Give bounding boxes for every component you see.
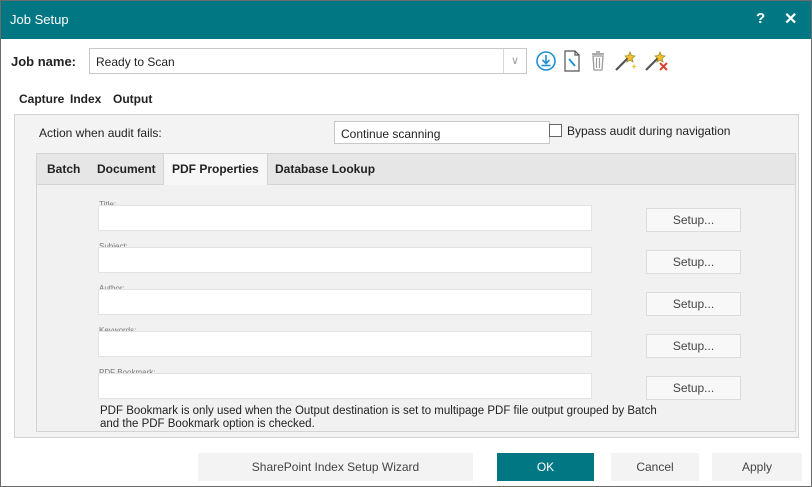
window-title: Job Setup — [10, 12, 69, 27]
pdf-bookmark-setup-button[interactable]: Setup... — [646, 376, 741, 400]
sharepoint-wizard-button[interactable]: SharePoint Index Setup Wizard — [198, 453, 473, 481]
pdf-properties-panel: Title: Setup... Subject: Setup... Author… — [36, 185, 796, 432]
tab-capture[interactable]: Capture — [15, 88, 68, 112]
tab-batch[interactable]: Batch — [39, 154, 88, 184]
job-name-value: Ready to Scan — [96, 55, 175, 69]
keywords-setup-button[interactable]: Setup... — [646, 334, 741, 358]
help-button[interactable]: ? — [756, 10, 765, 27]
pdf-bookmark-input[interactable] — [98, 373, 592, 399]
audit-action-value: Continue scanning — [341, 127, 441, 141]
chevron-down-icon[interactable]: ∨ — [503, 49, 526, 73]
wand-remove-icon[interactable] — [643, 49, 669, 73]
job-name-label: Job name: — [11, 54, 77, 69]
title-input[interactable] — [98, 205, 592, 231]
keywords-input[interactable] — [98, 331, 592, 357]
job-name-combo[interactable]: Ready to Scan ∨ — [89, 48, 527, 74]
tab-pdf-properties[interactable]: PDF Properties — [163, 154, 268, 185]
bypass-audit-checkbox[interactable] — [549, 124, 562, 137]
subject-setup-button[interactable]: Setup... — [646, 250, 741, 274]
author-input[interactable] — [98, 289, 592, 315]
download-icon[interactable] — [535, 49, 557, 73]
trash-icon[interactable] — [587, 49, 609, 73]
index-subtabs: Batch Document PDF Properties Database L… — [36, 153, 796, 185]
bypass-audit-label[interactable]: Bypass audit during navigation — [567, 124, 730, 138]
subject-input[interactable] — [98, 247, 592, 273]
audit-fail-label: Action when audit fails: — [39, 126, 162, 140]
close-button[interactable]: ✕ — [784, 9, 797, 29]
job-name-row: Job name: Ready to Scan ∨ — [1, 44, 811, 78]
audit-action-field[interactable]: Continue scanning — [334, 121, 550, 144]
tab-index[interactable]: Index — [66, 88, 106, 114]
job-setup-dialog: Job Setup ? ✕ Job name: Ready to Scan ∨ — [0, 0, 812, 487]
wand-icon[interactable] — [613, 49, 639, 73]
author-setup-button[interactable]: Setup... — [646, 292, 741, 316]
ok-button[interactable]: OK — [497, 453, 594, 481]
tab-database-lookup[interactable]: Database Lookup — [267, 154, 383, 184]
apply-button[interactable]: Apply — [712, 453, 802, 481]
pdf-bookmark-note: PDF Bookmark is only used when the Outpu… — [100, 405, 657, 430]
title-bar: Job Setup ? ✕ — [1, 1, 811, 39]
tab-document[interactable]: Document — [89, 154, 164, 184]
edit-document-icon[interactable] — [561, 49, 583, 73]
cancel-button[interactable]: Cancel — [611, 453, 699, 481]
title-setup-button[interactable]: Setup... — [646, 208, 741, 232]
tab-output[interactable]: Output — [109, 88, 156, 112]
